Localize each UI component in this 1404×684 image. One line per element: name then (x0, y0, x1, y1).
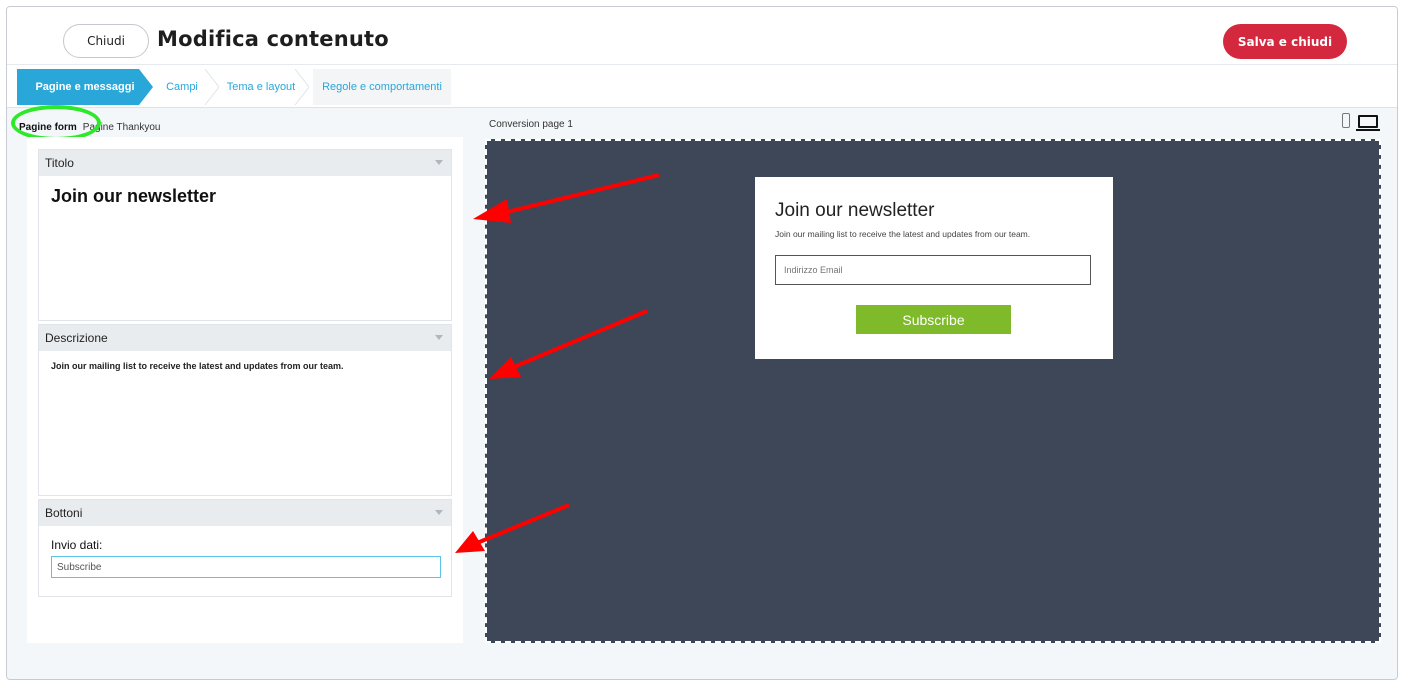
section-description-label: Descrizione (45, 331, 108, 345)
wizard-steps: Pagine e messaggi Campi Tema e layout Re… (7, 65, 1397, 108)
section-buttons-label: Bottoni (45, 506, 83, 520)
step-fields[interactable]: Campi (145, 69, 219, 105)
title-editor[interactable]: Join our newsletter (39, 176, 451, 217)
mobile-device-icon[interactable] (1342, 113, 1350, 128)
section-title-header[interactable]: Titolo (39, 150, 451, 176)
page-title: Modifica contenuto (157, 27, 389, 51)
newsletter-card: Join our newsletter Join our mailing lis… (755, 177, 1113, 359)
page-subtabs: Pagine form Pagine Thankyou (19, 117, 166, 137)
subtab-thankyou-pages[interactable]: Pagine Thankyou (83, 122, 161, 133)
caret-down-icon (435, 160, 443, 165)
submit-field-label: Invio dati: (51, 538, 103, 552)
subtab-form-pages[interactable]: Pagine form (19, 122, 77, 133)
caret-down-icon (435, 335, 443, 340)
save-and-close-button[interactable]: Salva e chiudi (1223, 24, 1347, 59)
conversion-page-label: Conversion page 1 (489, 119, 573, 130)
section-description: Descrizione Join our mailing list to rec… (38, 324, 452, 496)
section-buttons: Bottoni Invio dati: (38, 499, 452, 597)
form-preview: Join our newsletter Join our mailing lis… (485, 139, 1381, 643)
step-label: Regole e comportamenti (322, 81, 442, 93)
header-bar: Chiudi Modifica contenuto Salva e chiudi (7, 7, 1397, 65)
step-pages-and-messages[interactable]: Pagine e messaggi (17, 69, 153, 105)
section-buttons-header[interactable]: Bottoni (39, 500, 451, 526)
card-subtitle: Join our mailing list to receive the lat… (775, 229, 1031, 239)
section-description-header[interactable]: Descrizione (39, 325, 451, 351)
step-label: Tema e layout (226, 81, 296, 93)
email-field[interactable] (775, 255, 1091, 285)
step-label: Campi (166, 81, 198, 93)
editor-window: Chiudi Modifica contenuto Salva e chiudi… (6, 6, 1398, 680)
description-editor[interactable]: Join our mailing list to receive the lat… (39, 351, 451, 381)
step-rules-and-behaviours[interactable]: Regole e comportamenti (313, 69, 451, 105)
close-button[interactable]: Chiudi (63, 24, 149, 58)
desktop-monitor-icon[interactable] (1356, 115, 1380, 131)
card-title: Join our newsletter (775, 200, 935, 221)
caret-down-icon (435, 510, 443, 515)
section-title-label: Titolo (45, 156, 74, 170)
section-title: Titolo Join our newsletter (38, 149, 452, 321)
step-label: Pagine e messaggi (35, 81, 135, 93)
subscribe-button[interactable]: Subscribe (856, 305, 1011, 334)
step-theme-and-layout[interactable]: Tema e layout (213, 69, 309, 105)
submit-button-text-input[interactable] (51, 556, 441, 578)
